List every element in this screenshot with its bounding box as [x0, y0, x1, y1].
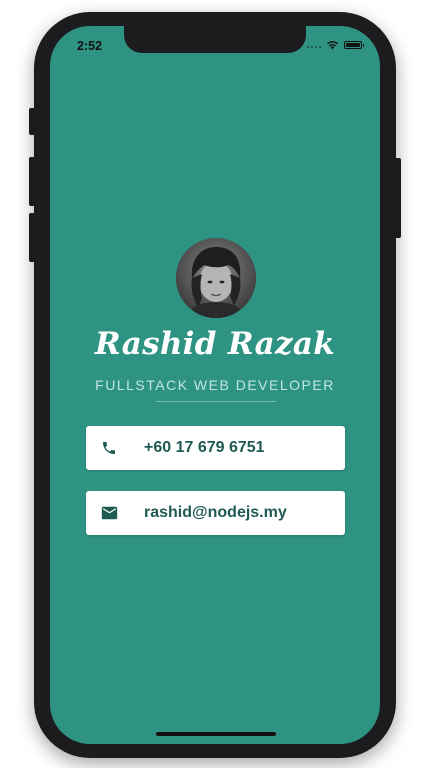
divider	[156, 401, 276, 402]
profile-title: FULLSTACK WEB DEVELOPER	[95, 377, 335, 393]
phone-card[interactable]: +60 17 679 6751	[86, 426, 345, 470]
profile-avatar	[176, 238, 256, 318]
phone-number: +60 17 679 6751	[144, 439, 265, 456]
battery-level	[346, 43, 360, 47]
battery-icon	[344, 41, 364, 49]
email-card[interactable]: rashid@nodejs.my	[86, 491, 345, 535]
status-time: 2:52	[77, 39, 103, 53]
home-indicator[interactable]	[156, 732, 276, 736]
signal-icon	[307, 42, 321, 48]
status-icons	[307, 40, 364, 50]
app-screen: 2:52 Rashid Razak FULLSTACK WEB DEVELOPE…	[50, 26, 380, 744]
email-icon	[100, 504, 118, 522]
avatar-photo	[176, 238, 256, 318]
notch	[124, 26, 306, 53]
wifi-icon	[327, 41, 338, 50]
profile-name: Rashid Razak	[94, 326, 336, 362]
phone-icon	[100, 439, 118, 457]
email-address: rashid@nodejs.my	[144, 504, 287, 521]
